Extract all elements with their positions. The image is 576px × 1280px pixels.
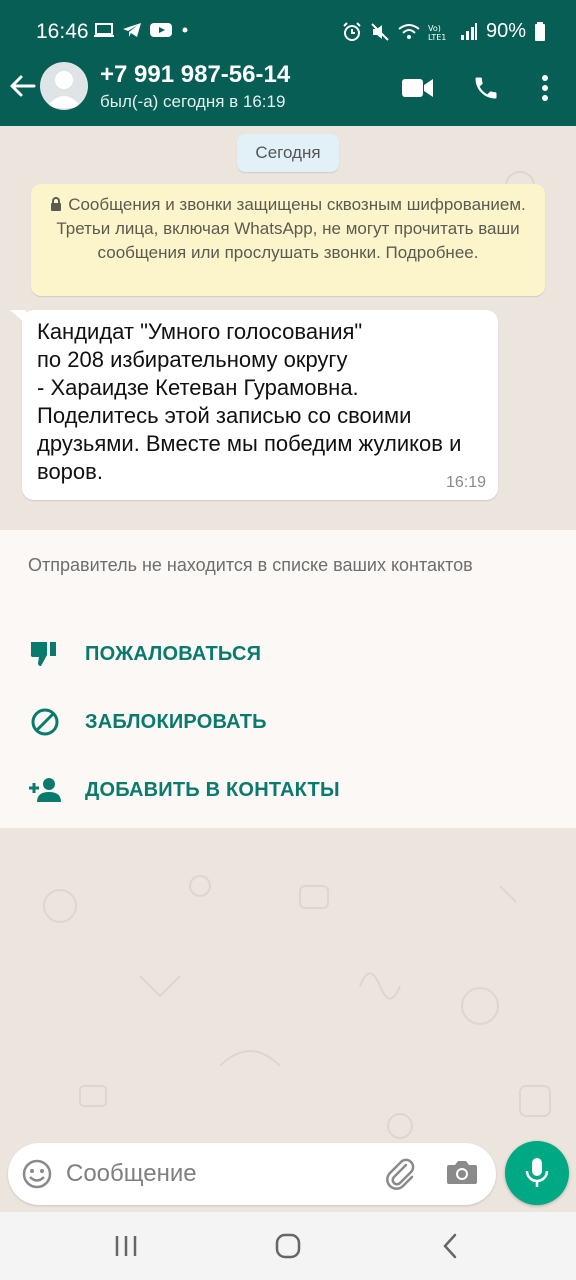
attach-button[interactable] — [384, 1157, 418, 1191]
emoji-button[interactable] — [22, 1159, 52, 1189]
system-navigation-bar — [0, 1212, 576, 1280]
video-call-button[interactable] — [400, 72, 436, 104]
add-person-icon — [28, 773, 62, 807]
back-chevron-icon — [443, 1233, 457, 1259]
default-avatar-icon — [46, 71, 82, 108]
report-label: ПОЖАЛОВАТЬСЯ — [85, 642, 262, 665]
block-icon — [28, 705, 62, 739]
battery-icon — [535, 21, 545, 41]
battery-percent: 90% — [485, 20, 526, 42]
add-contact-label: ДОБАВИТЬ В КОНТАКТЫ — [85, 778, 340, 801]
date-chip: Сегодня — [237, 134, 339, 172]
message-time: 16:19 — [445, 474, 486, 491]
add-contact-button[interactable]: ДОБАВИТЬ В КОНТАКТЫ — [0, 762, 576, 818]
encryption-notice[interactable]: Сообщения и звонки защищены сквозным шиф… — [31, 184, 545, 296]
svg-text:LTE1: LTE1 — [428, 33, 446, 41]
home-icon — [275, 1233, 301, 1259]
svg-text:Vo): Vo) — [428, 24, 441, 33]
message-composer — [8, 1143, 496, 1205]
incoming-message[interactable]: Кандидат "Умного голосования" по 208 изб… — [22, 310, 498, 500]
back-arrow-icon — [10, 75, 36, 97]
microphone-icon — [525, 1158, 549, 1187]
avatar[interactable] — [40, 62, 88, 110]
signal-icon — [460, 22, 477, 40]
more-vertical-icon — [542, 75, 548, 101]
home-button[interactable] — [268, 1230, 308, 1262]
mute-icon — [371, 22, 389, 41]
youtube-icon — [150, 23, 172, 37]
volte-icon: Vo)LTE1 — [428, 24, 446, 41]
unknown-sender-panel: Отправитель не находится в списке ваших … — [0, 530, 576, 828]
chat-header: +7 991 987-56-14 был(-а) сегодня в 16:19 — [0, 61, 576, 126]
recent-apps-icon — [115, 1236, 137, 1256]
camera-button[interactable] — [446, 1158, 478, 1190]
back-system-button[interactable] — [430, 1230, 470, 1262]
report-button[interactable]: ПОЖАЛОВАТЬСЯ — [0, 626, 576, 682]
lock-icon — [51, 197, 62, 211]
more-options-button[interactable] — [527, 72, 563, 104]
thumb-down-icon — [28, 637, 62, 671]
back-button[interactable] — [8, 72, 40, 112]
last-seen: был(-а) сегодня в 16:19 — [100, 92, 286, 111]
contact-name[interactable]: +7 991 987-56-14 — [100, 61, 290, 89]
chat-area[interactable]: Сегодня Сообщения и звонки защищены скво… — [0, 126, 576, 1212]
status-right-icons: Vo) LTE1 90% — [342, 20, 546, 43]
encryption-text: Сообщения и звонки защищены сквозным шиф… — [56, 195, 526, 262]
wifi-icon — [398, 23, 420, 39]
camera-icon — [447, 1161, 477, 1184]
voice-message-button[interactable] — [505, 1141, 569, 1205]
video-camera-icon — [402, 79, 433, 97]
voice-call-button[interactable] — [468, 72, 504, 104]
unknown-sender-notice: Отправитель не находится в списке ваших … — [28, 555, 473, 575]
message-text: Кандидат "Умного голосования" по 208 изб… — [37, 319, 462, 484]
screen-icon — [94, 23, 114, 37]
status-bar: 16:46 Vo) LTE1 90% — [0, 0, 576, 62]
recent-apps-button[interactable] — [106, 1230, 146, 1262]
phone-icon — [475, 77, 497, 99]
dot-icon — [182, 27, 188, 33]
telegram-icon — [123, 23, 141, 37]
message-input[interactable] — [66, 1155, 366, 1193]
block-button[interactable]: ЗАБЛОКИРОВАТЬ — [0, 694, 576, 750]
block-label: ЗАБЛОКИРОВАТЬ — [85, 710, 267, 733]
status-time: 16:46 — [36, 20, 89, 43]
status-left-icons — [94, 22, 190, 38]
alarm-icon — [343, 21, 361, 41]
emoji-icon — [22, 1159, 52, 1189]
paperclip-icon — [386, 1158, 415, 1190]
